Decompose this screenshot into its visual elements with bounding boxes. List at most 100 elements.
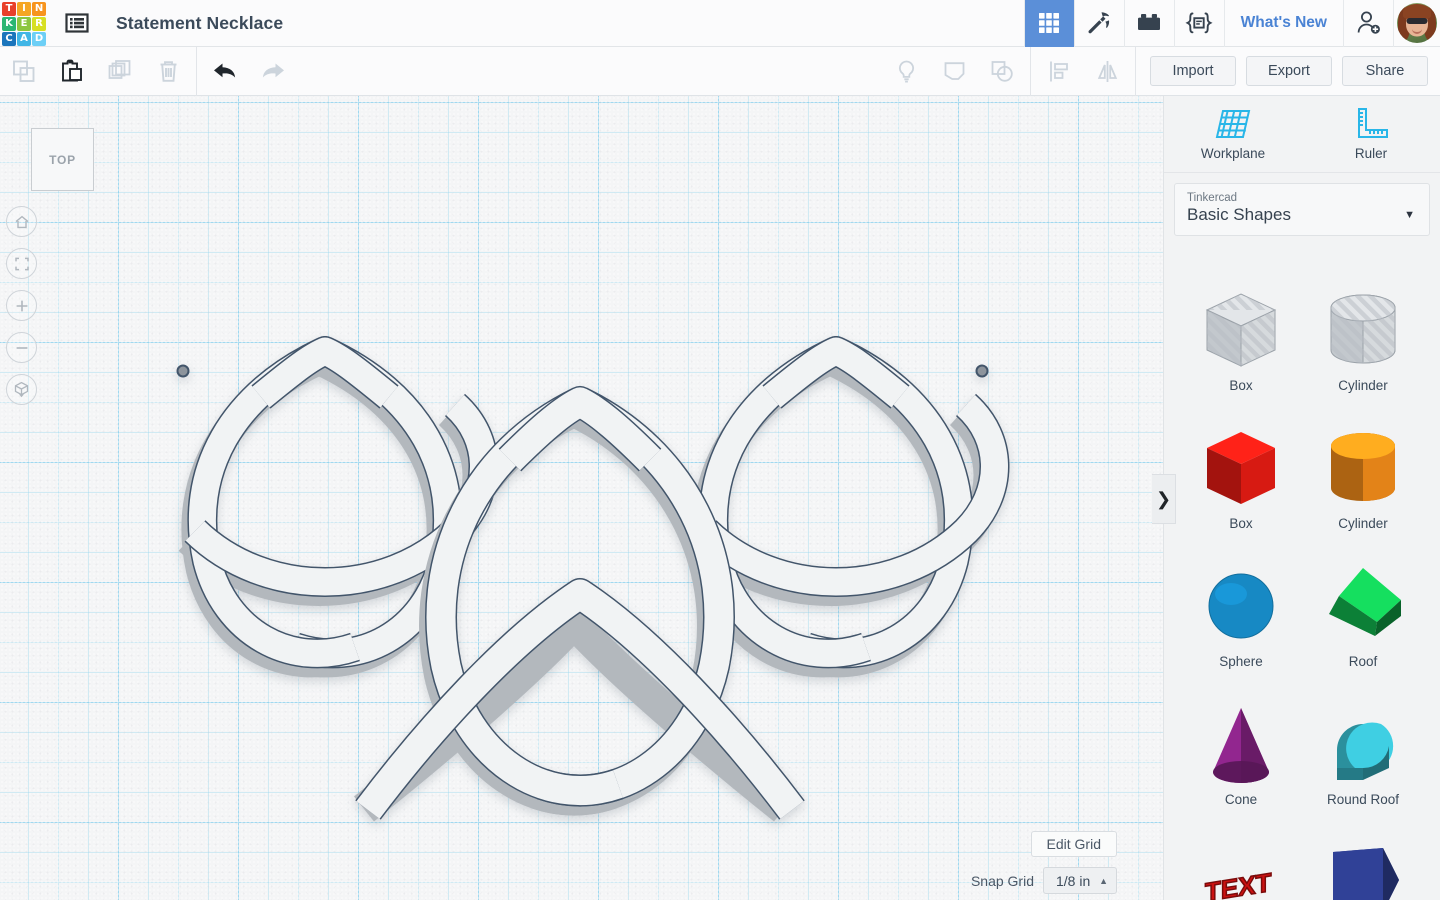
project-menu-button[interactable]	[60, 6, 94, 40]
tinkercad-logo[interactable]: TIN KER CAD	[2, 1, 46, 46]
workplane-tool[interactable]: Workplane	[1164, 96, 1302, 172]
grid-controls: Edit Grid Snap Grid 1/8 in ▲	[971, 831, 1117, 894]
shape-thumbnail	[1195, 422, 1287, 514]
logo-tile: I	[17, 1, 31, 16]
perspective-toggle-button[interactable]	[6, 374, 37, 405]
shape-label: Box	[1229, 516, 1253, 531]
logo-tile: T	[2, 1, 16, 16]
shape-roof[interactable]: Roof	[1302, 552, 1424, 690]
logo-tile: K	[2, 16, 16, 31]
shape-round-roof[interactable]: Round Roof	[1302, 690, 1424, 828]
tab-bricks[interactable]	[1123, 0, 1174, 47]
box-shape-art	[1205, 293, 1277, 367]
snap-grid-value: 1/8 in	[1056, 872, 1091, 889]
user-avatar-button[interactable]	[1393, 0, 1440, 47]
document-title[interactable]: Statement Necklace	[116, 13, 283, 34]
logo-tile: D	[32, 31, 46, 46]
logo-tile: E	[17, 16, 31, 31]
shape-thumbnail	[1195, 284, 1287, 376]
tab-minecraft[interactable]	[1073, 0, 1124, 47]
chevron-up-icon: ▲	[1099, 875, 1108, 886]
library-name: Basic Shapes	[1187, 205, 1291, 224]
collapse-panel-button[interactable]: ❯	[1152, 474, 1176, 524]
trash-icon	[160, 60, 176, 82]
ruler-label: Ruler	[1354, 146, 1388, 161]
group-button[interactable]	[978, 47, 1026, 96]
shape-thumbnail: TEXT	[1195, 836, 1287, 900]
tinkercad-app: TINKERCAD Statement Necklace What's New …	[0, 0, 1440, 900]
tab-3d-design[interactable]	[1023, 0, 1074, 47]
shape-cone[interactable]: Cone	[1180, 690, 1302, 828]
invite-people-button[interactable]	[1343, 0, 1393, 47]
shape-note-button[interactable]	[930, 47, 978, 96]
duplicate-button[interactable]	[96, 47, 144, 96]
fit-to-view-button[interactable]	[6, 248, 37, 279]
cone-shape-art	[1213, 708, 1269, 783]
mirror-button[interactable]	[1083, 47, 1131, 96]
box-shape-art	[1207, 432, 1275, 504]
paste-icon	[61, 59, 82, 81]
logo-tile: C	[2, 31, 16, 46]
celtic-knot-model[interactable]	[0, 96, 1163, 900]
zoom-out-button[interactable]	[6, 332, 37, 363]
mirror-icon	[1097, 60, 1117, 82]
sphere-shape-art	[1208, 573, 1274, 639]
cylinder-shape-art	[1331, 433, 1395, 501]
edit-grid-button[interactable]: Edit Grid	[1030, 831, 1117, 857]
shape-thumbnail	[1195, 560, 1287, 652]
roundroof-shape-art	[1337, 722, 1394, 780]
shape-label: Round Roof	[1326, 792, 1400, 807]
library-eyebrow: Tinkercad	[1187, 192, 1238, 204]
shape-cylinder-orange[interactable]: Cylinder	[1302, 414, 1424, 552]
zoom-in-button[interactable]	[6, 290, 37, 321]
whats-new-link[interactable]: What's New	[1223, 0, 1343, 47]
wedge-shape-art	[1333, 848, 1399, 900]
view-cube[interactable]: TOP	[31, 128, 94, 191]
undo-arrow-icon	[214, 63, 236, 78]
home-icon	[15, 215, 28, 228]
shape-thumbnail	[1317, 698, 1409, 790]
shape-label: Cone	[1224, 792, 1258, 807]
shape-library-select[interactable]: Tinkercad Basic Shapes ▼	[1174, 183, 1430, 236]
redo-button[interactable]	[249, 47, 297, 96]
clipboard-group	[0, 47, 192, 96]
ruler-tool[interactable]: Ruler	[1302, 96, 1440, 172]
align-icon	[1049, 61, 1068, 81]
copy-button[interactable]	[0, 47, 48, 96]
chevron-down-icon: ▼	[1404, 208, 1415, 221]
shape-label: Cylinder	[1338, 378, 1388, 393]
share-button[interactable]: Share	[1342, 56, 1428, 86]
shape-label: Cylinder	[1338, 516, 1388, 531]
brick-icon	[1138, 14, 1161, 30]
shape-box-red[interactable]: Box	[1180, 414, 1302, 552]
panel-tools: Workplane Ruler	[1164, 96, 1440, 173]
shape-box-hole[interactable]: Box	[1180, 276, 1302, 414]
delete-button[interactable]	[144, 47, 192, 96]
chevron-right-icon: ❯	[1155, 488, 1172, 509]
copy-icon	[12, 60, 34, 82]
shape-cylinder-hole[interactable]: Cylinder	[1302, 276, 1424, 414]
undo-button[interactable]	[201, 47, 249, 96]
workplane-label: Workplane	[1200, 146, 1266, 161]
snap-grid-select[interactable]: 1/8 in ▲	[1043, 867, 1117, 894]
home-view-button[interactable]	[6, 206, 37, 237]
cube-ortho-icon	[14, 381, 29, 398]
shape-text[interactable]: TEXT	[1180, 828, 1302, 900]
tab-codeblocks[interactable]	[1173, 0, 1224, 47]
design-canvas[interactable]: TOP Edit Grid Snap Grid 1/8 in ▲	[0, 96, 1163, 900]
view-cube-face-label: TOP	[49, 152, 76, 167]
logo-tile: A	[17, 31, 31, 46]
shape-label: Roof	[1348, 654, 1378, 669]
paste-button[interactable]	[48, 47, 96, 96]
light-button[interactable]	[882, 47, 930, 96]
shape-wedge[interactable]	[1302, 828, 1424, 900]
ruler-icon	[1358, 108, 1388, 138]
group-shapes-icon	[991, 60, 1013, 82]
shape-sphere[interactable]: Sphere	[1180, 552, 1302, 690]
align-button[interactable]	[1035, 47, 1083, 96]
export-button[interactable]: Export	[1246, 56, 1332, 86]
minus-icon	[16, 346, 27, 349]
shape-thumbnail	[1317, 560, 1409, 652]
logo-tile: N	[32, 1, 46, 16]
import-button[interactable]: Import	[1150, 56, 1236, 86]
